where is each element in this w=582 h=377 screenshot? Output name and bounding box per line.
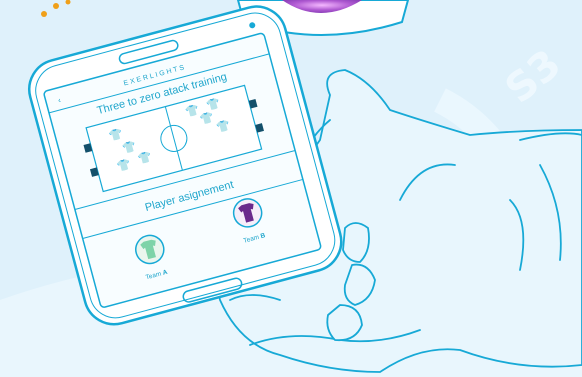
orange-dot bbox=[53, 3, 59, 9]
illustration-scene: S3 ‹ EXERLIGHTS Three to zero atack trai… bbox=[0, 0, 582, 377]
orange-dot bbox=[41, 11, 47, 17]
illustration-svg: S3 ‹ EXERLIGHTS Three to zero atack trai… bbox=[0, 0, 582, 377]
